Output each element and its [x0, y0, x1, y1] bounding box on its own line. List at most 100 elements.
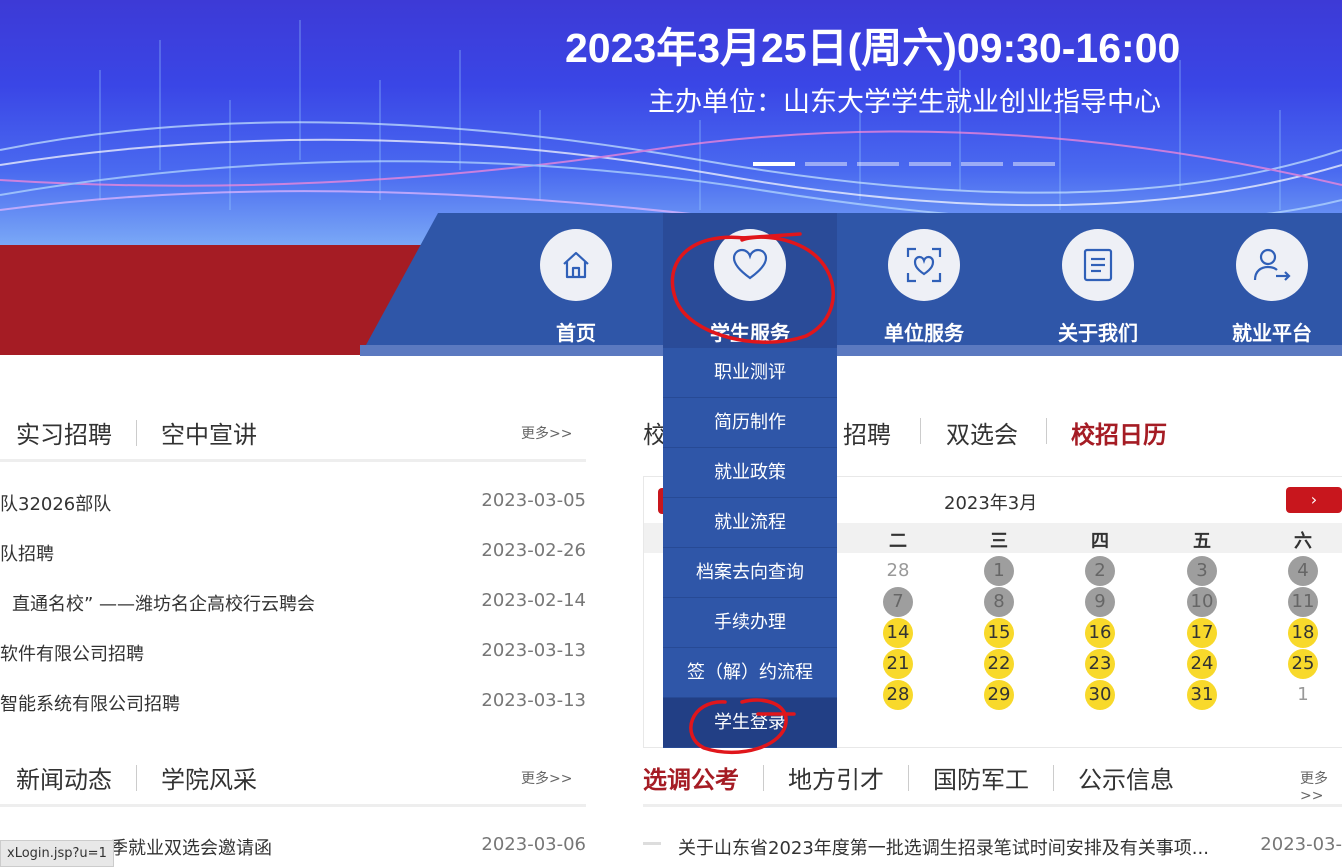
event-banner[interactable]: 2023年3月25日(周六)09:30-16:00 主办单位：山东大学学生就业创…: [0, 0, 1342, 245]
tab-recruit-calendar[interactable]: 校招日历: [1071, 415, 1167, 450]
calendar-next-button[interactable]: ›: [1286, 487, 1342, 513]
list-item[interactable]: 软件有限公司招聘 2023-03-13: [0, 638, 586, 668]
menu-item-career-assessment[interactable]: 职业测评: [663, 348, 837, 398]
list-item[interactable]: 智能系统有限公司招聘 2023-03-13: [0, 688, 586, 718]
tab-local-talent[interactable]: 地方引才: [788, 760, 884, 795]
list-item[interactable]: 直通名校” ——潍坊名企高校行云聘会 2023-02-14: [0, 588, 586, 618]
tab-separator: [136, 419, 137, 446]
status-bar-url: xLogin.jsp?u=1: [0, 840, 114, 867]
carousel-dot[interactable]: [961, 162, 1003, 166]
calendar-day[interactable]: 30: [1085, 680, 1115, 710]
tab-separator: [1053, 764, 1054, 791]
tab-news[interactable]: 新闻动态: [16, 760, 112, 795]
calendar-day[interactable]: 28: [883, 556, 913, 586]
nav-career-platform-label: 就业平台: [1232, 321, 1312, 345]
calendar-day[interactable]: 25: [1288, 649, 1318, 679]
calendar-day[interactable]: 17: [1187, 618, 1217, 648]
more-link[interactable]: 更多>>: [521, 768, 572, 788]
carousel-dot[interactable]: [909, 162, 951, 166]
list-item-date: 2023-03-13: [481, 690, 586, 711]
divider: [0, 804, 586, 807]
weekday-label: 三: [990, 531, 1008, 552]
nav-student-services-label: 学生服务: [710, 321, 790, 345]
tab-recruitment[interactable]: 招聘: [843, 415, 891, 450]
banner-date: 2023年3月25日(周六)09:30-16:00: [565, 25, 1181, 71]
calendar-day[interactable]: 7: [883, 587, 913, 617]
civil-service-tabs: 选调公考 地方引才 国防军工 公示信息: [643, 760, 1174, 795]
tab-public-notices[interactable]: 公示信息: [1078, 760, 1174, 795]
calendar-day[interactable]: 2: [1085, 556, 1115, 586]
calendar-day[interactable]: 24: [1187, 649, 1217, 679]
nav-career-platform[interactable]: 就业平台: [1185, 213, 1342, 348]
list-item-date: 2023-03-: [1260, 834, 1342, 855]
weekday-label: 四: [1091, 531, 1109, 552]
heart-icon: [714, 229, 786, 301]
menu-item-archive-query[interactable]: 档案去向查询: [663, 548, 837, 598]
list-item[interactable]: 关于山东省2023年度第一批选调生招录笔试时间安排及有关事项... 2023-0…: [678, 832, 1342, 862]
weekday-label: 六: [1294, 531, 1312, 552]
nav-about-us-label: 关于我们: [1058, 321, 1138, 345]
calendar-day[interactable]: 11: [1288, 587, 1318, 617]
tab-defense-industry[interactable]: 国防军工: [933, 760, 1029, 795]
tab-separator: [920, 418, 921, 444]
menu-item-employment-policy[interactable]: 就业政策: [663, 448, 837, 498]
divider: [0, 459, 586, 462]
user-login-icon: [1236, 229, 1308, 301]
divider: [643, 804, 1342, 807]
list-item-date: 2023-03-13: [481, 640, 586, 661]
weekday-label: 二: [889, 531, 907, 552]
calendar-day[interactable]: 29: [984, 680, 1014, 710]
tab-separator: [136, 764, 137, 791]
nav-home[interactable]: 首页: [489, 213, 663, 348]
nav-employer-services[interactable]: 单位服务: [837, 213, 1011, 348]
calendar-day[interactable]: 1: [1288, 680, 1318, 710]
nav-about-us[interactable]: 关于我们: [1011, 213, 1185, 348]
calendar-day[interactable]: 23: [1085, 649, 1115, 679]
list-item[interactable]: 队32026部队 2023-03-05: [0, 488, 586, 518]
calendar-day[interactable]: 4: [1288, 556, 1318, 586]
more-link[interactable]: 更多>>: [1300, 768, 1342, 804]
calendar-day[interactable]: 1: [984, 556, 1014, 586]
calendar-month-title: 2023年3月: [944, 493, 1038, 514]
nav-student-services[interactable]: 学生服务: [663, 213, 837, 348]
tab-selection-exams[interactable]: 选调公考: [643, 760, 739, 795]
calendar-day[interactable]: 9: [1085, 587, 1115, 617]
tab-job-fair[interactable]: 双选会: [946, 415, 1018, 450]
list-item-title: 队招聘: [0, 544, 54, 565]
internship-tabs: 实习招聘 空中宣讲: [16, 415, 257, 450]
tab-online-talks[interactable]: 空中宣讲: [161, 415, 257, 450]
calendar-day[interactable]: 22: [984, 649, 1014, 679]
carousel-dot[interactable]: [1013, 162, 1055, 166]
calendar-day[interactable]: 3: [1187, 556, 1217, 586]
home-icon: [540, 229, 612, 301]
list-item-title: 智能系统有限公司招聘: [0, 694, 180, 715]
calendar-day[interactable]: 16: [1085, 618, 1115, 648]
tab-separator: [1046, 418, 1047, 444]
list-item[interactable]: 队招聘 2023-02-26: [0, 538, 586, 568]
menu-item-student-login[interactable]: 学生登录: [663, 698, 837, 748]
calendar-day[interactable]: 21: [883, 649, 913, 679]
list-item-title: 直通名校” ——潍坊名企高校行云聘会: [12, 594, 316, 615]
menu-item-resume[interactable]: 简历制作: [663, 398, 837, 448]
calendar-day[interactable]: 10: [1187, 587, 1217, 617]
carousel-dot[interactable]: [753, 162, 795, 166]
nav-home-label: 首页: [556, 321, 596, 345]
calendar-day[interactable]: 28: [883, 680, 913, 710]
document-icon: [1062, 229, 1134, 301]
menu-item-employment-process[interactable]: 就业流程: [663, 498, 837, 548]
tab-separator: [908, 764, 909, 791]
calendar-day[interactable]: 18: [1288, 618, 1318, 648]
list-item-date: 2023-02-26: [481, 540, 586, 561]
calendar-day[interactable]: 31: [1187, 680, 1217, 710]
calendar-day[interactable]: 8: [984, 587, 1014, 617]
tab-internship[interactable]: 实习招聘: [16, 415, 112, 450]
more-link[interactable]: 更多>>: [521, 423, 572, 443]
menu-item-contract-process[interactable]: 签（解）约流程: [663, 648, 837, 698]
calendar-day[interactable]: 15: [984, 618, 1014, 648]
calendar-day[interactable]: 14: [883, 618, 913, 648]
carousel-dot[interactable]: [857, 162, 899, 166]
tab-college-style[interactable]: 学院风采: [161, 760, 257, 795]
menu-item-procedures[interactable]: 手续办理: [663, 598, 837, 648]
nav-employer-services-label: 单位服务: [884, 321, 964, 345]
carousel-dot[interactable]: [805, 162, 847, 166]
